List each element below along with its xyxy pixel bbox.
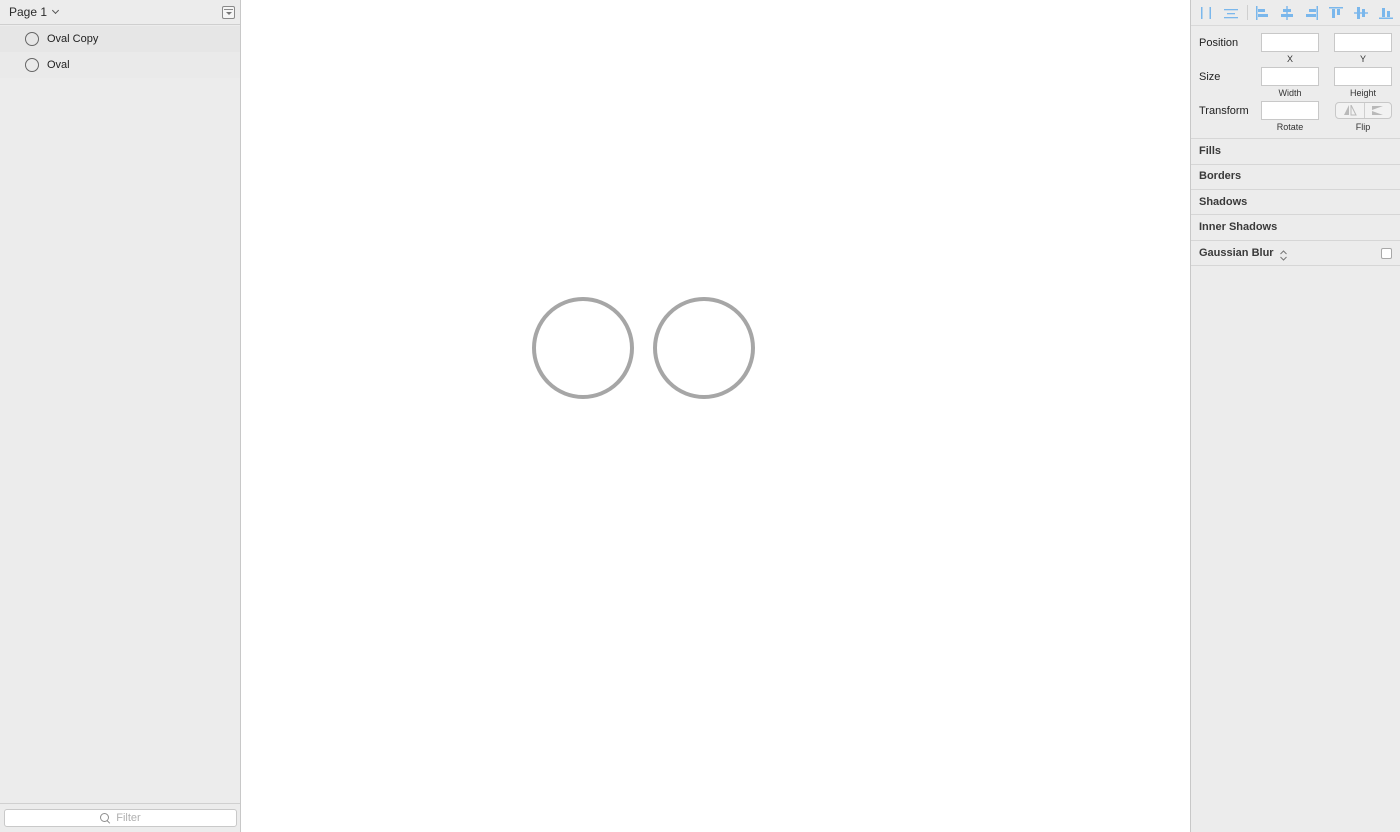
shadows-section-title[interactable]: Shadows (1199, 196, 1247, 208)
height-field[interactable] (1334, 67, 1392, 86)
align-bottom-icon[interactable] (1379, 6, 1393, 20)
rotate-label: Rotate (1276, 122, 1304, 132)
divider (1191, 164, 1400, 165)
width-label: Width (1278, 88, 1302, 98)
updown-icon[interactable] (1280, 248, 1287, 261)
height-label: Height (1349, 88, 1376, 98)
rotate-field[interactable] (1261, 101, 1319, 120)
align-toolbar (1191, 0, 1400, 26)
position-label: Position (1199, 37, 1239, 49)
layer-label: Oval (47, 59, 70, 71)
layer-label: Oval Copy (47, 33, 99, 45)
toolbar-separator (1247, 5, 1248, 20)
flip-horizontal-icon[interactable] (1336, 103, 1364, 118)
layer-row-oval-copy[interactable]: Oval Copy (0, 26, 240, 52)
y-label: Y (1359, 54, 1366, 64)
page-selector[interactable]: Page 1 (9, 5, 60, 19)
width-field[interactable] (1261, 67, 1319, 86)
filter-input[interactable]: Filter (4, 809, 237, 827)
inner-shadows-section-title[interactable]: Inner Shadows (1199, 221, 1277, 233)
search-icon (100, 813, 110, 823)
distribute-vertical-icon[interactable] (1224, 6, 1238, 20)
align-right-icon[interactable] (1305, 6, 1319, 20)
filter-placeholder: Filter (116, 812, 141, 824)
distribute-horizontal-icon[interactable] (1199, 6, 1213, 20)
position-y-field[interactable] (1334, 33, 1392, 52)
flip-vertical-icon[interactable] (1363, 103, 1392, 118)
fills-section-title[interactable]: Fills (1199, 145, 1221, 157)
x-label: X (1286, 54, 1293, 64)
position-x-field[interactable] (1261, 33, 1319, 52)
align-left-icon[interactable] (1255, 6, 1269, 20)
flip-label: Flip (1355, 122, 1371, 132)
layers-panel: Page 1 Oval Copy Oval Filter (0, 0, 241, 832)
divider (1191, 189, 1400, 190)
align-middle-vertical-icon[interactable] (1354, 6, 1368, 20)
oval-copy-shape[interactable] (532, 297, 634, 399)
page-selector-label: Page 1 (9, 5, 48, 19)
gaussian-blur-section-title[interactable]: Gaussian Blur (1199, 247, 1274, 259)
divider (1191, 265, 1400, 266)
oval-icon (25, 32, 39, 46)
flip-control (1335, 102, 1392, 119)
divider (1191, 138, 1400, 139)
oval-icon (25, 58, 39, 72)
gaussian-blur-checkbox[interactable] (1381, 248, 1392, 259)
divider (1191, 240, 1400, 241)
filter-bar: Filter (0, 803, 240, 832)
chevron-down-icon (52, 6, 60, 15)
divider (1191, 214, 1400, 215)
collapse-icon[interactable] (222, 6, 235, 19)
layer-row-oval[interactable]: Oval (0, 52, 240, 78)
inspector-panel: Position X Y Size Width Height Transform… (1190, 0, 1400, 832)
borders-section-title[interactable]: Borders (1199, 170, 1241, 182)
canvas[interactable] (241, 0, 1190, 832)
transform-label: Transform (1199, 105, 1249, 117)
size-label: Size (1199, 71, 1221, 83)
oval-shape[interactable] (653, 297, 755, 399)
align-center-horizontal-icon[interactable] (1280, 6, 1294, 20)
align-top-icon[interactable] (1329, 6, 1343, 20)
page-header: Page 1 (0, 0, 240, 25)
